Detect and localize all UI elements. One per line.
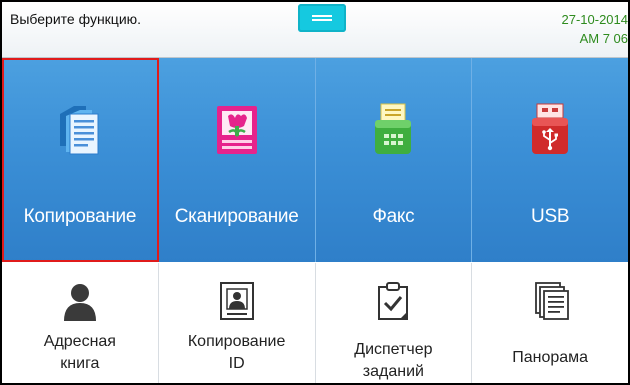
- scan-label: Сканирование: [174, 206, 299, 227]
- clipboard-check-icon: [373, 281, 413, 321]
- usb-drive-icon: [526, 102, 574, 158]
- pages-stack-icon: [530, 281, 570, 321]
- copy-label: Копирование: [23, 206, 137, 227]
- person-icon: [60, 281, 100, 321]
- printer-panel-screen: Выберите функцию. 27-10-2014 AM 7 06 Коп…: [0, 0, 630, 385]
- status-bar: Выберите функцию. 27-10-2014 AM 7 06: [2, 2, 628, 58]
- pull-down-handle[interactable]: [298, 4, 346, 32]
- scan-image-icon: [213, 102, 261, 158]
- panorama-tile[interactable]: Панорама: [472, 263, 628, 383]
- id-copy-label: Копирование ID: [187, 333, 286, 372]
- job-manager-tile[interactable]: Диспетчер заданий: [316, 263, 473, 383]
- id-copy-tile[interactable]: Копирование ID: [159, 263, 316, 383]
- main-function-row: Копирование Сканирование Факс USB: [2, 58, 628, 262]
- scan-tile[interactable]: Сканирование: [158, 58, 316, 262]
- copy-documents-icon: [56, 102, 104, 158]
- fax-tile[interactable]: Факс: [315, 58, 473, 262]
- id-card-icon: [217, 281, 257, 321]
- usb-label: USB: [531, 206, 570, 227]
- fax-machine-icon: [369, 102, 417, 158]
- date-text: 27-10-2014: [561, 12, 629, 27]
- copy-tile[interactable]: Копирование: [2, 58, 159, 262]
- address-book-tile[interactable]: Адресная книга: [2, 263, 159, 383]
- panorama-label: Панорама: [512, 349, 589, 366]
- datetime-display: 27-10-2014 AM 7 06: [562, 10, 629, 48]
- time-text: AM 7 06: [579, 31, 628, 46]
- address-book-label: Адресная книга: [43, 333, 116, 372]
- secondary-function-row: Адресная книга Копирование ID Диспетчер …: [2, 263, 628, 383]
- job-manager-label: Диспетчер заданий: [354, 341, 433, 380]
- instruction-text: Выберите функцию.: [10, 11, 142, 27]
- fax-label: Факс: [372, 206, 415, 227]
- usb-tile[interactable]: USB: [472, 58, 628, 262]
